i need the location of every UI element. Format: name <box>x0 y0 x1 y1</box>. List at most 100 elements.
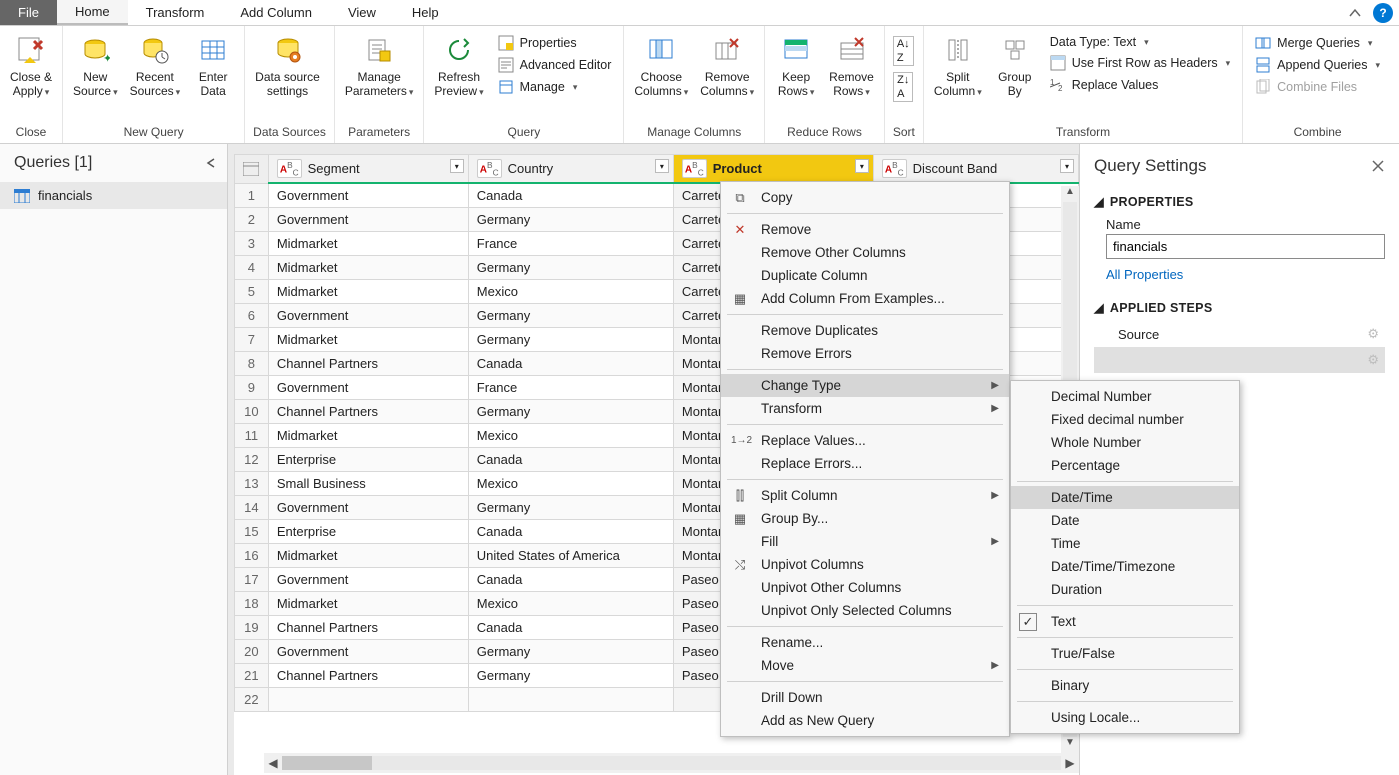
ctx-remove-duplicates[interactable]: Remove Duplicates <box>721 319 1009 342</box>
type-datetime[interactable]: Date/Time <box>1011 486 1239 509</box>
cell-segment[interactable]: Midmarket <box>268 232 468 256</box>
cell-segment[interactable]: Midmarket <box>268 280 468 304</box>
queries-collapse-button[interactable] <box>205 157 217 169</box>
help-button[interactable]: ? <box>1373 3 1393 23</box>
ctx-remove[interactable]: ✕Remove <box>721 218 1009 241</box>
query-name-input[interactable] <box>1106 234 1385 259</box>
ctx-move[interactable]: Move▶ <box>721 654 1009 677</box>
sort-asc-button[interactable]: A↓Z <box>893 36 914 66</box>
type-whole-number[interactable]: Whole Number <box>1011 431 1239 454</box>
ctx-change-type[interactable]: Change Type▶ <box>721 374 1009 397</box>
cell-country[interactable]: France <box>468 376 673 400</box>
cell-country[interactable]: Germany <box>468 496 673 520</box>
horizontal-scrollbar[interactable]: ◀▶ <box>264 753 1079 773</box>
type-datetime-timezone[interactable]: Date/Time/Timezone <box>1011 555 1239 578</box>
append-queries-button[interactable]: Append Queries▾ <box>1251 56 1384 74</box>
ctx-remove-errors[interactable]: Remove Errors <box>721 342 1009 365</box>
cell-segment[interactable]: Channel Partners <box>268 616 468 640</box>
cell-segment[interactable]: Government <box>268 208 468 232</box>
cell-segment[interactable]: Channel Partners <box>268 664 468 688</box>
enter-data-button[interactable]: Enter Data <box>190 30 236 98</box>
ctx-remove-other[interactable]: Remove Other Columns <box>721 241 1009 264</box>
merge-queries-button[interactable]: Merge Queries▾ <box>1251 34 1384 52</box>
data-source-settings-button[interactable]: Data source settings <box>253 30 322 98</box>
filter-dropdown-icon[interactable]: ▾ <box>1060 159 1074 173</box>
tab-home[interactable]: Home <box>57 0 128 25</box>
ctx-transform[interactable]: Transform▶ <box>721 397 1009 420</box>
cell-segment[interactable]: Enterprise <box>268 520 468 544</box>
cell-segment[interactable]: Government <box>268 496 468 520</box>
manage-query-button[interactable]: Manage▾ <box>494 78 616 96</box>
cell-country[interactable]: Germany <box>468 640 673 664</box>
cell-segment[interactable]: Government <box>268 304 468 328</box>
cell-country[interactable]: France <box>468 232 673 256</box>
cell-segment[interactable]: Government <box>268 376 468 400</box>
cell-country[interactable]: Canada <box>468 616 673 640</box>
filter-dropdown-icon[interactable]: ▾ <box>450 159 464 173</box>
cell-segment[interactable]: Midmarket <box>268 256 468 280</box>
cell-country[interactable]: Mexico <box>468 280 673 304</box>
cell-segment[interactable]: Government <box>268 640 468 664</box>
close-settings-button[interactable] <box>1371 159 1385 173</box>
cell-country[interactable]: Mexico <box>468 424 673 448</box>
cell-segment[interactable]: Midmarket <box>268 424 468 448</box>
ctx-drill-down[interactable]: Drill Down <box>721 686 1009 709</box>
collapse-icon[interactable]: ◢ <box>1094 300 1104 315</box>
type-fixed-decimal[interactable]: Fixed decimal number <box>1011 408 1239 431</box>
cell-segment[interactable]: Midmarket <box>268 544 468 568</box>
ctx-replace-errors[interactable]: Replace Errors... <box>721 452 1009 475</box>
tab-view[interactable]: View <box>330 0 394 25</box>
query-item-financials[interactable]: financials <box>0 182 227 209</box>
cell-segment[interactable]: Channel Partners <box>268 352 468 376</box>
column-header-segment[interactable]: ABCSegment▾ <box>268 155 468 184</box>
ctx-add-as-new-query[interactable]: Add as New Query <box>721 709 1009 732</box>
collapse-ribbon-button[interactable] <box>1343 0 1367 25</box>
cell-segment[interactable]: Midmarket <box>268 592 468 616</box>
cell-country[interactable]: Canada <box>468 448 673 472</box>
cell-country[interactable]: Canada <box>468 352 673 376</box>
cell-segment[interactable]: Government <box>268 183 468 208</box>
cell-segment[interactable]: Midmarket <box>268 328 468 352</box>
ctx-group-by[interactable]: ▦Group By... <box>721 507 1009 530</box>
type-duration[interactable]: Duration <box>1011 578 1239 601</box>
type-percentage[interactable]: Percentage <box>1011 454 1239 477</box>
cell-country[interactable]: Germany <box>468 304 673 328</box>
type-true-false[interactable]: True/False <box>1011 642 1239 665</box>
gear-icon[interactable]: ⚙ <box>1367 326 1379 342</box>
cell-country[interactable]: Mexico <box>468 472 673 496</box>
tab-transform[interactable]: Transform <box>128 0 223 25</box>
cell-segment[interactable] <box>268 688 468 712</box>
remove-columns-button[interactable]: Remove Columns▾ <box>698 30 756 99</box>
remove-rows-button[interactable]: Remove Rows▾ <box>827 30 876 99</box>
cell-country[interactable]: Germany <box>468 256 673 280</box>
collapse-icon[interactable]: ◢ <box>1094 194 1104 209</box>
cell-country[interactable]: United States of America <box>468 544 673 568</box>
filter-dropdown-icon[interactable]: ▾ <box>855 159 869 173</box>
tab-file[interactable]: File <box>0 0 57 25</box>
replace-values-button[interactable]: 12Replace Values <box>1046 76 1234 94</box>
cell-country[interactable] <box>468 688 673 712</box>
type-using-locale[interactable]: Using Locale... <box>1011 706 1239 729</box>
cell-segment[interactable]: Small Business <box>268 472 468 496</box>
refresh-preview-button[interactable]: Refresh Preview▾ <box>432 30 485 99</box>
cell-country[interactable]: Germany <box>468 328 673 352</box>
type-decimal[interactable]: Decimal Number <box>1011 385 1239 408</box>
combine-files-button[interactable]: Combine Files <box>1251 78 1384 96</box>
choose-columns-button[interactable]: Choose Columns▾ <box>632 30 690 99</box>
ctx-unpivot-only[interactable]: Unpivot Only Selected Columns <box>721 599 1009 622</box>
column-header-discount-band[interactable]: ABCDiscount Band▾ <box>873 155 1078 184</box>
first-row-headers-button[interactable]: Use First Row as Headers▾ <box>1046 54 1234 72</box>
cell-country[interactable]: Germany <box>468 400 673 424</box>
ctx-copy[interactable]: ⧉Copy <box>721 186 1009 209</box>
new-source-button[interactable]: ✦ New Source▾ <box>71 30 120 99</box>
cell-country[interactable]: Germany <box>468 208 673 232</box>
gear-icon[interactable]: ⚙ <box>1367 352 1379 368</box>
properties-button[interactable]: Properties <box>494 34 616 52</box>
advanced-editor-button[interactable]: Advanced Editor <box>494 56 616 74</box>
ctx-duplicate[interactable]: Duplicate Column <box>721 264 1009 287</box>
cell-country[interactable]: Mexico <box>468 592 673 616</box>
ctx-rename[interactable]: Rename... <box>721 631 1009 654</box>
data-type-button[interactable]: Data Type: Text▾ <box>1046 34 1234 50</box>
ctx-unpivot[interactable]: ⤭Unpivot Columns <box>721 553 1009 576</box>
tab-help[interactable]: Help <box>394 0 457 25</box>
